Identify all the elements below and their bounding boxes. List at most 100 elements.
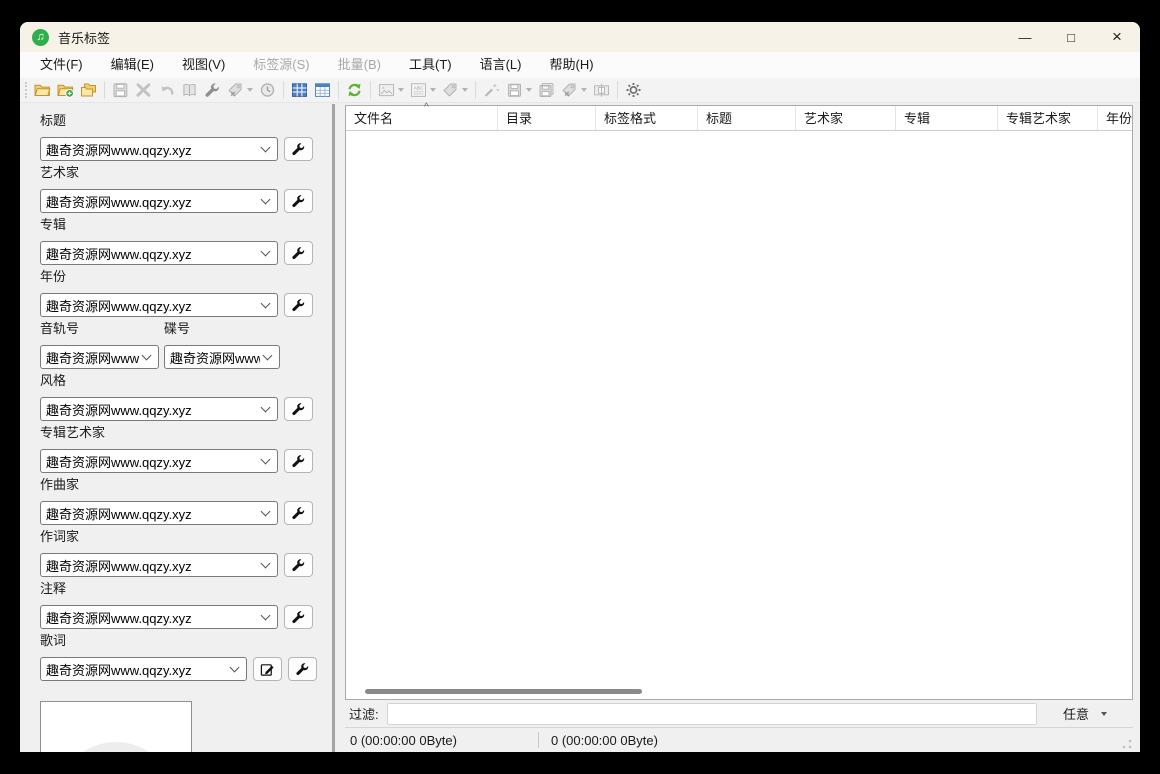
artist-wrench-button[interactable] [284, 189, 313, 213]
artist-combobox[interactable]: 趣奇资源网www.qqzy.xyz [40, 189, 278, 213]
table-header-row: ^ 文件名 目录 标签格式 标题 艺术家 专辑 专辑艺术家 年份 [346, 106, 1132, 131]
grid-view-full-button[interactable] [288, 79, 311, 102]
copy-folders-button[interactable] [77, 79, 100, 102]
genre-combobox[interactable]: 趣奇资源网www.qqzy.xyz [40, 397, 278, 421]
toolbar: ABC [20, 78, 1140, 103]
tools-wrench-button[interactable] [201, 79, 224, 102]
menu-help[interactable]: 帮助(H) [535, 52, 607, 78]
composer-combobox[interactable]: 趣奇资源网www.qqzy.xyz [40, 501, 278, 525]
field-title: 标题 趣奇资源网www.qqzy.xyz [40, 112, 332, 161]
field-lyricist: 作词家 趣奇资源网www.qqzy.xyz [40, 528, 332, 577]
app-window: ♫ 音乐标签 — □ × 文件(F) 编辑(E) 视图(V) 标签源(S) 批量… [20, 22, 1140, 752]
delete-button [132, 79, 155, 102]
svg-text:ABC: ABC [414, 85, 424, 91]
comment-wrench-button[interactable] [284, 605, 313, 629]
settings-button[interactable] [622, 79, 645, 102]
album-combobox[interactable]: 趣奇资源网www.qqzy.xyz [40, 241, 278, 265]
column-header-album-artist[interactable]: 专辑艺术家 [998, 106, 1098, 130]
field-genre: 风格 趣奇资源网www.qqzy.xyz [40, 372, 332, 421]
dropdown-caret-icon [581, 88, 587, 92]
filter-mode-value: 任意 [1063, 704, 1089, 723]
column-header-artist[interactable]: 艺术家 [796, 106, 896, 130]
horizontal-scrollbar[interactable] [346, 685, 1132, 699]
combo-value: 趣奇资源网www.qqzy.xyz [46, 244, 258, 263]
year-wrench-button[interactable] [284, 293, 313, 317]
add-folder-icon [57, 82, 74, 98]
dropdown-caret-icon [430, 88, 436, 92]
combo-value: 趣奇资源网www.qqzy.xyz [46, 504, 258, 523]
field-label: 风格 [40, 372, 332, 390]
tag-icon [442, 82, 459, 98]
column-header-year[interactable]: 年份 [1098, 106, 1132, 130]
composer-wrench-button[interactable] [284, 501, 313, 525]
chevron-down-icon [261, 611, 271, 621]
cover-art-box[interactable] [40, 701, 192, 752]
save-icon [112, 82, 129, 98]
column-header-directory[interactable]: 目录 [498, 106, 596, 130]
menu-language[interactable]: 语言(L) [466, 52, 536, 78]
column-header-album[interactable]: 专辑 [896, 106, 998, 130]
disc-combobox[interactable]: 趣奇资源网www.qqzy.xyz [164, 345, 280, 369]
status-selected-count: 0 (00:00:00 0Byte) [551, 733, 658, 748]
tag-remove-icon [227, 82, 244, 98]
year-combobox[interactable]: 趣奇资源网www.qqzy.xyz [40, 293, 278, 317]
title-combobox[interactable]: 趣奇资源网www.qqzy.xyz [40, 137, 278, 161]
lyricist-combobox[interactable]: 趣奇资源网www.qqzy.xyz [40, 553, 278, 577]
chevron-down-icon [261, 403, 271, 413]
combo-value: 趣奇资源网www.qqzy.xyz [46, 140, 258, 159]
album-artist-wrench-button[interactable] [284, 449, 313, 473]
column-header-tag-format[interactable]: 标签格式 [596, 106, 698, 130]
field-artist: 艺术家 趣奇资源网www.qqzy.xyz [40, 164, 332, 213]
chevron-down-icon [261, 455, 271, 465]
refresh-button[interactable] [343, 79, 366, 102]
open-folder-button[interactable] [31, 79, 54, 102]
chevron-down-icon [263, 351, 273, 361]
wrench-icon [291, 246, 306, 261]
wrench-icon [204, 82, 221, 98]
add-folder-button[interactable] [54, 79, 77, 102]
edit-pencil-icon [260, 662, 275, 677]
album-wrench-button[interactable] [284, 241, 313, 265]
genre-wrench-button[interactable] [284, 397, 313, 421]
field-label: 专辑艺术家 [40, 424, 332, 442]
filter-mode-dropdown[interactable]: 任意 [1037, 704, 1133, 723]
album-artist-combobox[interactable]: 趣奇资源网www.qqzy.xyz [40, 449, 278, 473]
app-icon: ♫ [32, 29, 49, 46]
dropdown-caret-icon [526, 88, 532, 92]
comment-combobox[interactable]: 趣奇资源网www.qqzy.xyz [40, 605, 278, 629]
horizontal-scrollbar-thumb[interactable] [365, 689, 642, 694]
filter-input[interactable] [387, 703, 1037, 725]
field-label: 年份 [40, 268, 332, 286]
lyrics-combobox[interactable]: 趣奇资源网www.qqzy.xyz [40, 657, 247, 681]
rename-button [590, 79, 613, 102]
chevron-down-icon [261, 299, 271, 309]
combo-value: 趣奇资源网www.qqzy.xyz [46, 192, 258, 211]
minimize-button[interactable]: — [1002, 22, 1048, 52]
titlebar[interactable]: ♫ 音乐标签 — □ × [20, 22, 1140, 52]
file-table[interactable]: ^ 文件名 目录 标签格式 标题 艺术家 专辑 专辑艺术家 年份 [345, 105, 1133, 700]
column-header-title[interactable]: 标题 [698, 106, 796, 130]
save-button [109, 79, 132, 102]
menu-tools[interactable]: 工具(T) [395, 52, 466, 78]
wrench-icon [291, 402, 306, 417]
chevron-down-icon [261, 559, 271, 569]
grid-view-header-button[interactable] [311, 79, 334, 102]
lyrics-edit-button[interactable] [253, 657, 282, 681]
menu-file[interactable]: 文件(F) [26, 52, 97, 78]
lyricist-wrench-button[interactable] [284, 553, 313, 577]
track-combobox[interactable]: 趣奇资源网www.qqzy.xyz [40, 345, 159, 369]
combo-value: 趣奇资源网www.qqzy.xyz [46, 452, 258, 471]
close-button[interactable]: × [1094, 22, 1140, 52]
menu-view[interactable]: 视图(V) [168, 52, 239, 78]
file-list-panel: ^ 文件名 目录 标签格式 标题 艺术家 专辑 专辑艺术家 年份 过滤: [335, 104, 1140, 752]
maximize-button[interactable]: □ [1048, 22, 1094, 52]
cover-art-menu-button [375, 79, 407, 102]
column-header-filename[interactable]: 文件名 [346, 106, 498, 130]
lyrics-wrench-button[interactable] [288, 657, 317, 681]
table-body-empty[interactable] [346, 131, 1132, 685]
menu-edit[interactable]: 编辑(E) [97, 52, 168, 78]
title-wrench-button[interactable] [284, 137, 313, 161]
chevron-down-icon [261, 507, 271, 517]
resize-grip[interactable] [1122, 739, 1132, 749]
menubar: 文件(F) 编辑(E) 视图(V) 标签源(S) 批量(B) 工具(T) 语言(… [20, 52, 1140, 78]
